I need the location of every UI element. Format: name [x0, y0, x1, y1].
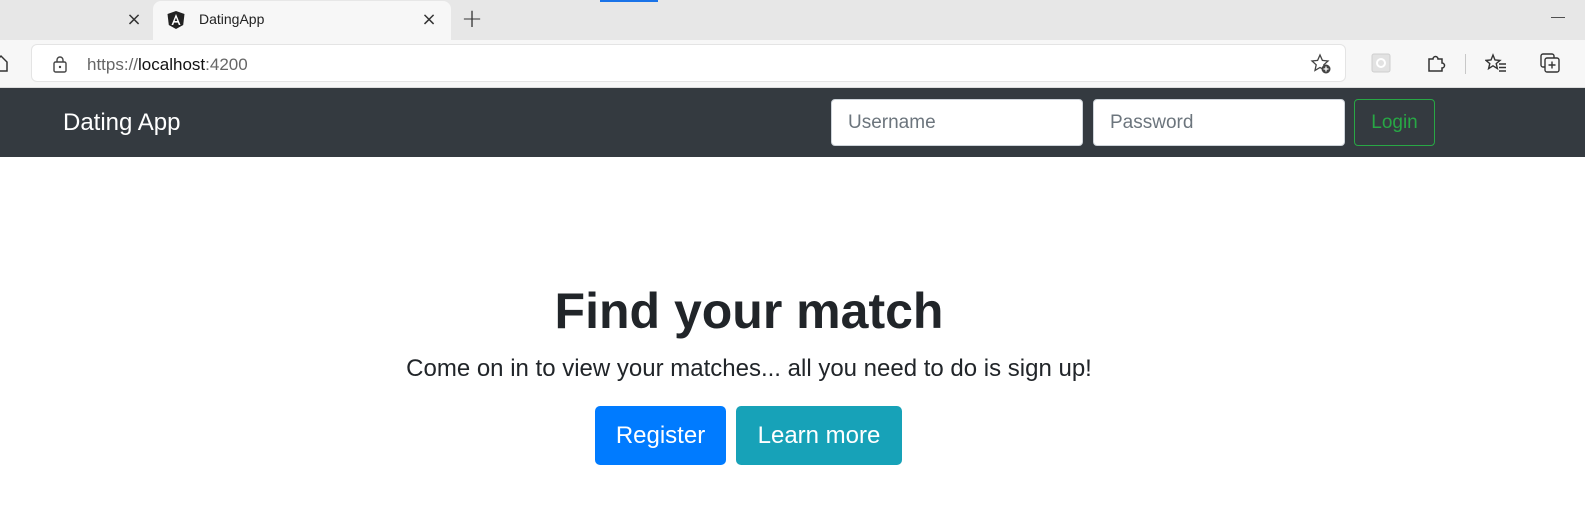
url-host: localhost	[138, 55, 206, 74]
lock-icon[interactable]	[52, 55, 68, 73]
extensions-icon[interactable]	[1425, 52, 1447, 74]
collections-icon[interactable]	[1539, 52, 1561, 74]
url-scheme: https://	[87, 55, 139, 74]
add-favorite-icon[interactable]	[1310, 53, 1332, 75]
minimize-window-button[interactable]: —	[1548, 8, 1568, 28]
toolbar-separator	[1465, 54, 1466, 74]
username-input[interactable]	[831, 99, 1083, 146]
home-icon[interactable]	[0, 54, 8, 72]
hero-title: Find your match	[554, 283, 944, 339]
app-navbar: Dating App Login	[0, 88, 1585, 157]
learn-more-button[interactable]: Learn more	[736, 406, 902, 465]
tab-title: DatingApp	[199, 11, 265, 27]
new-tab-button[interactable]: +	[459, 6, 485, 32]
password-input[interactable]	[1093, 99, 1345, 146]
extension-placeholder-icon[interactable]	[1370, 52, 1392, 74]
tab-drag-indicator	[600, 0, 658, 2]
close-tab-icon[interactable]: ×	[124, 10, 144, 30]
favorites-icon[interactable]	[1485, 52, 1507, 74]
browser-tab-previous[interactable]: ×	[0, 0, 152, 40]
close-tab-icon[interactable]: ×	[419, 10, 439, 30]
url-port: :4200	[205, 55, 248, 74]
browser-toolbar: https://localhost:4200	[0, 40, 1585, 88]
url-text: https://localhost:4200	[87, 55, 248, 75]
navbar-brand[interactable]: Dating App	[63, 109, 180, 137]
hero-lead: Come on in to view your matches... all y…	[406, 355, 1092, 382]
login-button[interactable]: Login	[1354, 99, 1435, 146]
address-bar[interactable]: https://localhost:4200	[31, 44, 1346, 82]
browser-tabstrip: × DatingApp × + —	[0, 0, 1585, 41]
browser-tab-active[interactable]: DatingApp ×	[153, 1, 451, 41]
register-button[interactable]: Register	[595, 406, 726, 465]
angular-favicon	[167, 11, 185, 29]
